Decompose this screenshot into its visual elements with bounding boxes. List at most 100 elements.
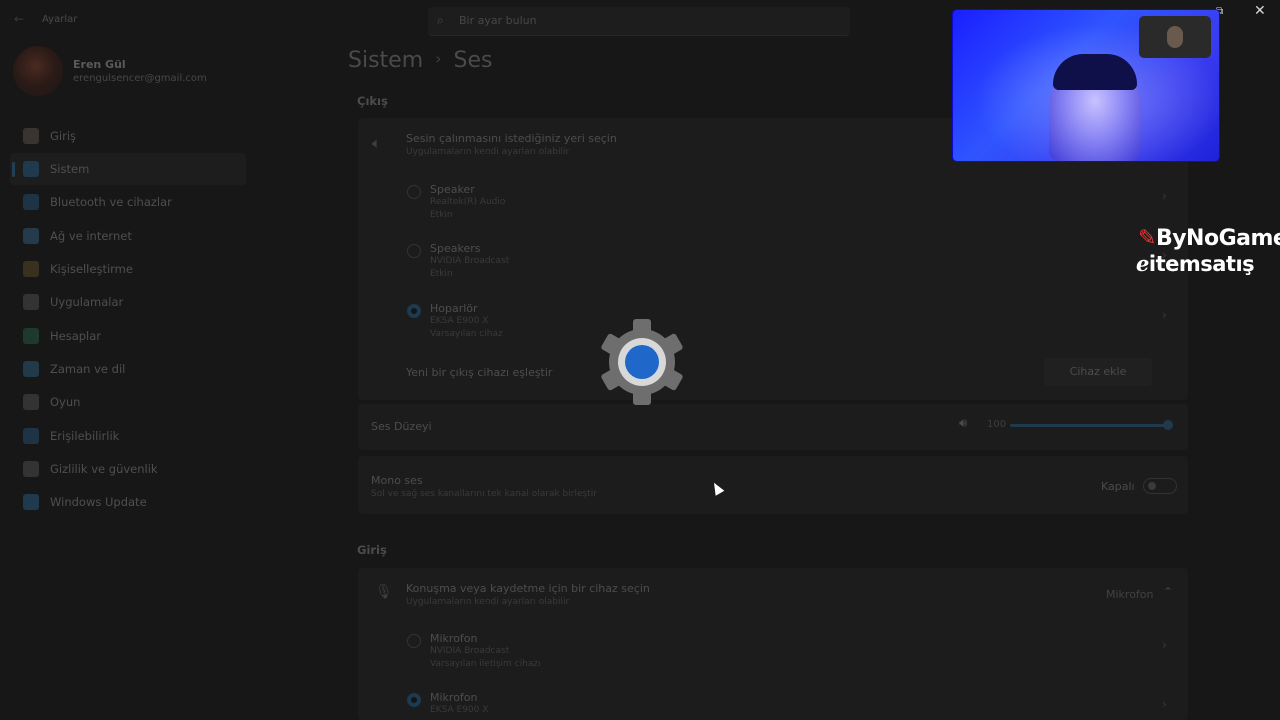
account-icon bbox=[23, 328, 39, 344]
mono-audio-toggle[interactable] bbox=[1143, 478, 1177, 494]
active-indicator bbox=[12, 162, 15, 177]
volume-icon[interactable]: 🔊︎ bbox=[959, 416, 967, 431]
mono-audio-state: Kapalı bbox=[1101, 480, 1135, 493]
output-section-title: Çıkış bbox=[357, 94, 388, 108]
volume-slider[interactable] bbox=[1010, 424, 1168, 427]
volume-card bbox=[358, 404, 1188, 450]
breadcrumb-parent[interactable]: Sistem bbox=[348, 48, 423, 73]
sidebar-item-bluetooth-ve-cihazlar[interactable]: Bluetooth ve cihazlar bbox=[10, 186, 246, 218]
itemsatis-logo: ℯitemsatış bbox=[1136, 252, 1255, 276]
sidebar-item-oyun[interactable]: Oyun bbox=[10, 386, 246, 418]
chevron-right-icon: › bbox=[435, 49, 442, 68]
device-driver: EKSA E900 X bbox=[430, 705, 489, 715]
sidebar-item-hesaplar[interactable]: Hesaplar bbox=[10, 320, 246, 352]
network-icon bbox=[23, 228, 39, 244]
brush-icon bbox=[23, 261, 39, 277]
device-driver: NVIDIA Broadcast bbox=[430, 256, 510, 266]
sidebar-item-label: Erişilebilirlik bbox=[50, 429, 120, 443]
input-section-title: Giriş bbox=[357, 543, 387, 557]
webcam-overlay bbox=[953, 10, 1219, 161]
mono-audio-sub: Sol ve sağ ses kanallarını tek kanal ola… bbox=[371, 489, 597, 499]
search-input[interactable]: Bir ayar bulun bbox=[459, 14, 537, 27]
sidebar-item-label: Giriş bbox=[50, 129, 77, 143]
user-email: erengulsencer@gmail.com bbox=[73, 73, 207, 84]
input-header-title: Konuşma veya kaydetme için bir cihaz seç… bbox=[406, 582, 650, 595]
chevron-right-icon[interactable]: › bbox=[1162, 308, 1167, 322]
sidebar-item-kişiselleştirme[interactable]: Kişiselleştirme bbox=[10, 253, 246, 285]
search-box[interactable]: ⌕ Bir ayar bulun bbox=[428, 7, 850, 36]
volume-slider-thumb[interactable] bbox=[1163, 420, 1173, 430]
sidebar-item-windows-update[interactable]: Windows Update bbox=[10, 486, 246, 518]
shield-icon bbox=[23, 461, 39, 477]
device-radio[interactable] bbox=[407, 634, 421, 648]
sidebar-item-giriş[interactable]: Giriş bbox=[10, 120, 246, 152]
device-radio[interactable] bbox=[407, 244, 421, 258]
device-status: Etkin bbox=[430, 269, 453, 279]
mono-audio-title: Mono ses bbox=[371, 474, 423, 487]
sidebar-item-zaman-ve-dil[interactable]: Zaman ve dil bbox=[10, 353, 246, 385]
chevron-right-icon[interactable]: › bbox=[1162, 697, 1167, 711]
sidebar-item-erişilebilirlik[interactable]: Erişilebilirlik bbox=[10, 420, 246, 452]
clock-globe-icon bbox=[23, 361, 39, 377]
sidebar-item-uygulamalar[interactable]: Uygulamalar bbox=[10, 286, 246, 318]
device-radio[interactable] bbox=[407, 185, 421, 199]
sidebar-item-ağ-ve-internet[interactable]: Ağ ve internet bbox=[10, 220, 246, 252]
device-status: Etkin bbox=[430, 210, 453, 220]
streamer-headphones bbox=[1053, 54, 1137, 90]
device-status: Varsayılan cihaz bbox=[430, 329, 503, 339]
volume-label: Ses Düzeyi bbox=[371, 420, 432, 433]
device-name: Speaker bbox=[430, 183, 475, 196]
output-header-title: Sesin çalınmasını istediğiniz yeri seçin bbox=[406, 132, 617, 145]
device-radio[interactable] bbox=[407, 304, 421, 318]
bynogame-feather-icon: ✎ bbox=[1138, 226, 1156, 251]
input-selected-device[interactable]: Mikrofon bbox=[1106, 588, 1154, 601]
device-name: Speakers bbox=[430, 242, 481, 255]
settings-gear-icon bbox=[601, 319, 683, 405]
device-status: Varsayılan iletişim cihazı bbox=[430, 659, 541, 669]
sidebar-item-label: Oyun bbox=[50, 395, 81, 409]
mono-audio-card bbox=[358, 456, 1188, 514]
output-header-sub: Uygulamaların kendi ayarları olabilir bbox=[406, 147, 570, 157]
microphone-icon: 🎙︎ bbox=[375, 584, 393, 600]
search-icon: ⌕ bbox=[437, 13, 444, 27]
device-radio[interactable] bbox=[407, 693, 421, 707]
device-driver: Realtek(R) Audio bbox=[430, 197, 506, 207]
sidebar-item-label: Gizlilik ve güvenlik bbox=[50, 462, 158, 476]
toggle-knob bbox=[1148, 482, 1156, 490]
close-icon[interactable]: ✕ bbox=[1254, 3, 1266, 19]
breadcrumb: Sistem › Ses bbox=[348, 48, 493, 73]
update-icon bbox=[23, 494, 39, 510]
volume-value: 100 bbox=[987, 419, 1007, 430]
add-device-label: Cihaz ekle bbox=[1069, 365, 1127, 378]
sidebar-item-label: Uygulamalar bbox=[50, 295, 124, 309]
speaker-icon: 🔈︎ bbox=[372, 134, 382, 152]
sidebar-item-label: Zaman ve dil bbox=[50, 362, 126, 376]
back-arrow-icon[interactable]: ← bbox=[14, 12, 28, 26]
sidebar-item-label: Hesaplar bbox=[50, 329, 102, 343]
bluetooth-icon bbox=[23, 194, 39, 210]
sidebar-item-sistem[interactable]: Sistem bbox=[10, 153, 246, 185]
webcam-mini-preview bbox=[1139, 16, 1211, 58]
system-icon bbox=[23, 161, 39, 177]
chevron-right-icon[interactable]: › bbox=[1162, 638, 1167, 652]
app-title: Ayarlar bbox=[42, 14, 78, 25]
sidebar-item-label: Ağ ve internet bbox=[50, 229, 132, 243]
device-driver: NVIDIA Broadcast bbox=[430, 646, 510, 656]
sidebar-item-label: Sistem bbox=[50, 162, 90, 176]
device-name: Mikrofon bbox=[430, 691, 478, 704]
add-device-button[interactable]: Cihaz ekle bbox=[1044, 358, 1152, 386]
chevron-up-icon[interactable]: ⌃ bbox=[1163, 585, 1173, 599]
pair-output-label: Yeni bir çıkış cihazı eşleştir bbox=[406, 366, 553, 379]
bynogame-logo: ✎ByNoGame bbox=[1138, 226, 1280, 251]
settings-window: ← Ayarlar ⌕ Bir ayar bulun ⧉ ✕ Eren Gül … bbox=[0, 0, 1280, 720]
input-header-sub: Uygulamaların kendi ayarları olabilir bbox=[406, 597, 570, 607]
sidebar-item-label: Kişiselleştirme bbox=[50, 262, 133, 276]
device-name: Mikrofon bbox=[430, 632, 478, 645]
sidebar-item-label: Bluetooth ve cihazlar bbox=[50, 195, 172, 209]
sidebar-item-gizlilik-ve-güvenlik[interactable]: Gizlilik ve güvenlik bbox=[10, 453, 246, 485]
avatar[interactable] bbox=[13, 46, 63, 96]
itemsatis-mark-icon: ℯ bbox=[1136, 252, 1149, 276]
user-name: Eren Gül bbox=[73, 58, 126, 71]
chevron-right-icon[interactable]: › bbox=[1162, 189, 1167, 203]
device-driver: EKSA E900 X bbox=[430, 316, 489, 326]
